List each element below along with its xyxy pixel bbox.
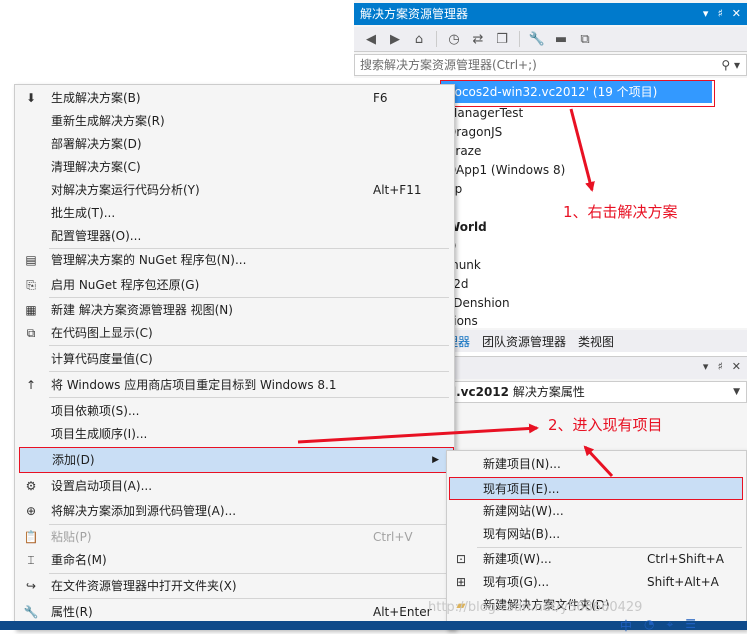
arrow-to-add <box>297 423 539 444</box>
system-tray: 中 ◔ ⌖ ☰ <box>620 617 696 634</box>
tray-network-icon[interactable]: ⌖ <box>667 617 674 634</box>
tray-menu-icon[interactable]: ☰ <box>685 617 696 634</box>
arrow-step-1 <box>569 108 595 192</box>
arrow-step-2 <box>583 445 614 478</box>
annotation-arrows <box>297 108 614 478</box>
tray-ime-icon[interactable]: 中 <box>620 617 632 634</box>
watermark: http://blog.csdn.net/y568660429 <box>428 600 643 615</box>
tray-clock-icon[interactable]: ◔ <box>644 617 654 634</box>
